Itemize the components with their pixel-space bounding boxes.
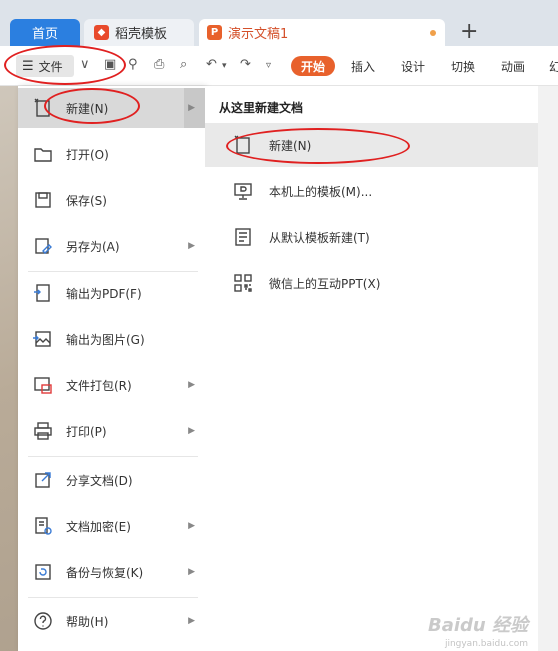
menu-item-help[interactable]: 帮助(H) ▶ [18, 601, 205, 641]
menu-item-new[interactable]: 新建(N) ▶ [18, 88, 205, 128]
ribbon-tab-insert[interactable]: 插入 [351, 58, 375, 75]
submenu-title: 从这里新建文档 [219, 101, 304, 115]
save-as-icon [32, 235, 54, 257]
menu-item-label: 文件打包(R) [66, 378, 132, 393]
print-icon [32, 420, 54, 442]
tab-home-label: 首页 [31, 27, 58, 42]
ribbon-tab-animation[interactable]: 动画 [501, 58, 525, 75]
slide-pane-edge [538, 86, 558, 651]
tab-document-label: 演示文稿1 [228, 27, 289, 42]
menu-item-label: 帮助(H) [66, 614, 109, 629]
ribbon-tab-transition[interactable]: 切换 [451, 58, 475, 75]
share-icon [32, 469, 54, 491]
chevron-right-icon: ▶ [188, 241, 195, 251]
menu-item-export-image[interactable]: 输出为图片(G) [18, 319, 205, 359]
watermark-url: jingyan.baidu.com [444, 639, 528, 649]
ribbon-tab-design[interactable]: 设计 [401, 58, 425, 75]
menu-divider [28, 456, 198, 457]
undo-dropdown-icon[interactable]: ▾ [222, 61, 227, 71]
default-template-icon [232, 226, 254, 248]
watermark-logo: Baidu 经验 [427, 615, 528, 636]
folder-icon [32, 143, 54, 165]
submenu-item-new[interactable]: 新建(N) [205, 123, 538, 167]
new-icon [32, 97, 54, 119]
menu-item-label: 打印(P) [66, 424, 107, 439]
chevron-right-icon: ▶ [188, 380, 195, 390]
backup-icon [32, 561, 54, 583]
presentation-icon: P [207, 25, 222, 40]
menu-item-package[interactable]: 文件打包(R) ▶ [18, 365, 205, 405]
file-menu-label: 文件 [38, 59, 63, 74]
template-icon [232, 180, 254, 202]
save-toolbar-icon[interactable]: ▣ [104, 57, 116, 72]
pdf-icon [32, 282, 54, 304]
submenu-item-label: 新建(N) [269, 138, 312, 153]
format-painter-icon[interactable]: ⚲ [128, 57, 138, 72]
menu-item-label: 备份与恢复(K) [66, 565, 144, 580]
new-tab-button[interactable]: + [460, 20, 478, 44]
new-icon [232, 134, 254, 156]
save-icon [32, 189, 54, 211]
submenu-item-local-templates[interactable]: 本机上的模板(M)... [205, 169, 538, 213]
package-icon [32, 374, 54, 396]
menu-item-share[interactable]: 分享文档(D) [18, 460, 205, 500]
file-menu: 新建(N) ▶ 打开(O) 保存(S) 另存为(A) ▶ 输出为PDF(F) 输… [18, 86, 205, 651]
submenu-item-label: 从默认模板新建(T) [269, 230, 370, 245]
submenu-item-label: 微信上的互动PPT(X) [269, 276, 381, 291]
menu-item-print[interactable]: 打印(P) ▶ [18, 411, 205, 451]
menu-item-save[interactable]: 保存(S) [18, 180, 205, 220]
tab-home[interactable]: 首页 [10, 19, 80, 46]
menu-item-export-pdf[interactable]: 输出为PDF(F) [18, 273, 205, 313]
submenu-item-label: 本机上的模板(M)... [269, 184, 373, 199]
menu-item-label: 保存(S) [66, 193, 107, 208]
menu-item-open[interactable]: 打开(O) [18, 134, 205, 174]
dropdown-chevron-icon[interactable]: ∨ [80, 57, 90, 72]
daoke-logo-icon: ◆ [94, 25, 109, 40]
chevron-right-icon: ▶ [188, 103, 195, 113]
menu-item-label: 分享文档(D) [66, 473, 133, 488]
undo-icon[interactable]: ↶ [206, 57, 217, 72]
menu-item-save-as[interactable]: 另存为(A) ▶ [18, 226, 205, 266]
menu-divider [28, 597, 198, 598]
chevron-right-icon: ▶ [188, 616, 195, 626]
menu-item-label: 新建(N) [66, 101, 109, 116]
menu-item-label: 输出为PDF(F) [66, 286, 142, 301]
tab-bar: 首页 ◆ 稻壳模板 P 演示文稿1 + [0, 0, 558, 46]
ribbon-tab-start[interactable]: 开始 [291, 56, 335, 76]
submenu-item-default-template[interactable]: 从默认模板新建(T) [205, 215, 538, 259]
chevron-right-icon: ▶ [188, 567, 195, 577]
submenu-item-wechat-ppt[interactable]: 微信上的互动PPT(X) [205, 261, 538, 305]
tab-daoke-templates[interactable]: ◆ 稻壳模板 [84, 19, 194, 46]
redo-icon[interactable]: ↷ [240, 57, 251, 72]
help-icon [32, 610, 54, 632]
menu-divider [28, 271, 198, 272]
customize-dropdown-icon[interactable]: ▿ [266, 60, 271, 71]
ribbon-tab-start-label: 开始 [300, 59, 325, 74]
chevron-right-icon: ▶ [188, 426, 195, 436]
tab-document[interactable]: P 演示文稿1 [199, 19, 445, 46]
menu-item-encrypt[interactable]: 文档加密(E) ▶ [18, 506, 205, 546]
chevron-right-icon: ▶ [188, 521, 195, 531]
image-icon [32, 328, 54, 350]
qr-code-icon [232, 272, 254, 294]
lock-doc-icon [32, 515, 54, 537]
new-submenu: 从这里新建文档 新建(N) 本机上的模板(M)... 从默认模板新建(T) 微信… [205, 86, 538, 651]
menu-item-label: 文档加密(E) [66, 519, 131, 534]
toolbar: ☰ 文件 ∨ ▣ ⚲ ⎙ ⌕ ↶ ▾ ↷ ▿ 开始 插入 设计 切换 动画 幻 [0, 46, 558, 86]
tab-daoke-label: 稻壳模板 [115, 27, 168, 42]
file-menu-button[interactable]: ☰ 文件 [16, 55, 74, 77]
menu-item-label: 打开(O) [66, 147, 109, 162]
menu-item-label: 输出为图片(G) [66, 332, 145, 347]
unsaved-dot-icon [430, 30, 436, 36]
menu-item-label: 另存为(A) [66, 239, 120, 254]
ribbon-tab-slideshow[interactable]: 幻 [549, 58, 558, 75]
menu-item-backup[interactable]: 备份与恢复(K) ▶ [18, 552, 205, 592]
menu-icon: ☰ [22, 58, 34, 74]
print-toolbar-icon[interactable]: ⎙ [154, 57, 164, 72]
print-preview-icon[interactable]: ⌕ [180, 57, 187, 72]
